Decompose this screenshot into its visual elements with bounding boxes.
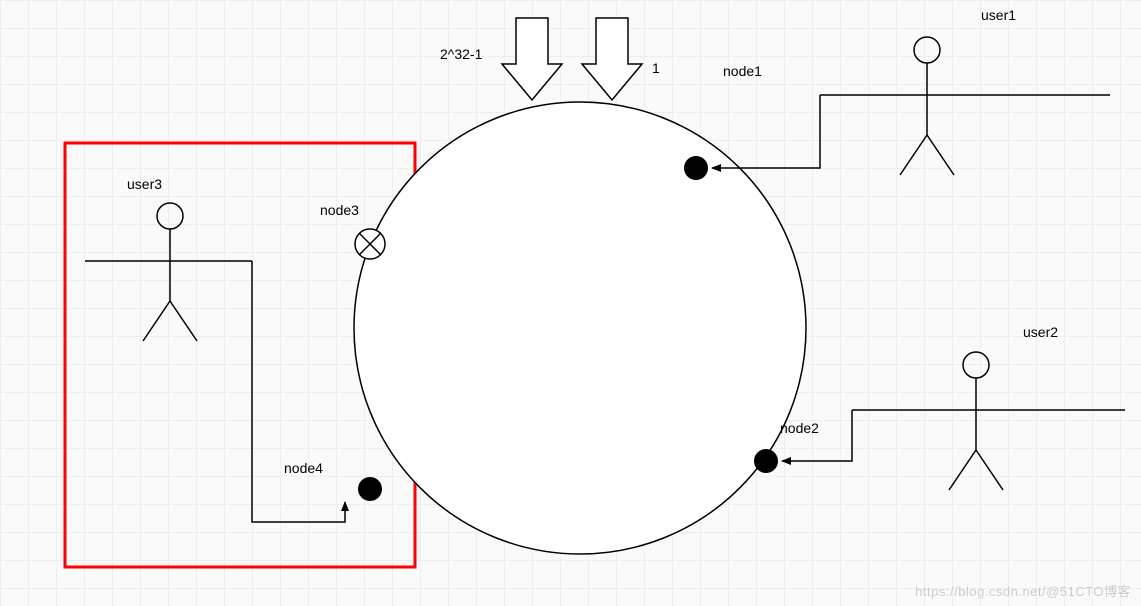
label-user2: user2: [1023, 324, 1058, 340]
label-node1: node1: [723, 63, 762, 79]
label-node3: node3: [320, 202, 359, 218]
node4-dot: [358, 477, 382, 501]
user1-stick-figure: [820, 37, 1110, 175]
label-node2: node2: [780, 420, 819, 436]
node3-dot-removed: [355, 229, 385, 259]
node2-dot: [754, 449, 778, 473]
label-1: 1: [652, 60, 660, 76]
user3-stick-figure: [85, 203, 252, 341]
node1-dot: [684, 156, 708, 180]
hash-ring: [354, 102, 806, 554]
arrow-2pow32minus1: [502, 18, 562, 100]
label-node4: node4: [284, 460, 323, 476]
label-user1: user1: [981, 7, 1016, 23]
arrow-1: [582, 18, 642, 100]
label-user3: user3: [127, 176, 162, 192]
connector-user3-node4: [252, 261, 345, 522]
diagram-canvas: [0, 0, 1141, 606]
label-2pow32minus1: 2^32-1: [440, 46, 482, 62]
user2-stick-figure: [852, 352, 1125, 490]
